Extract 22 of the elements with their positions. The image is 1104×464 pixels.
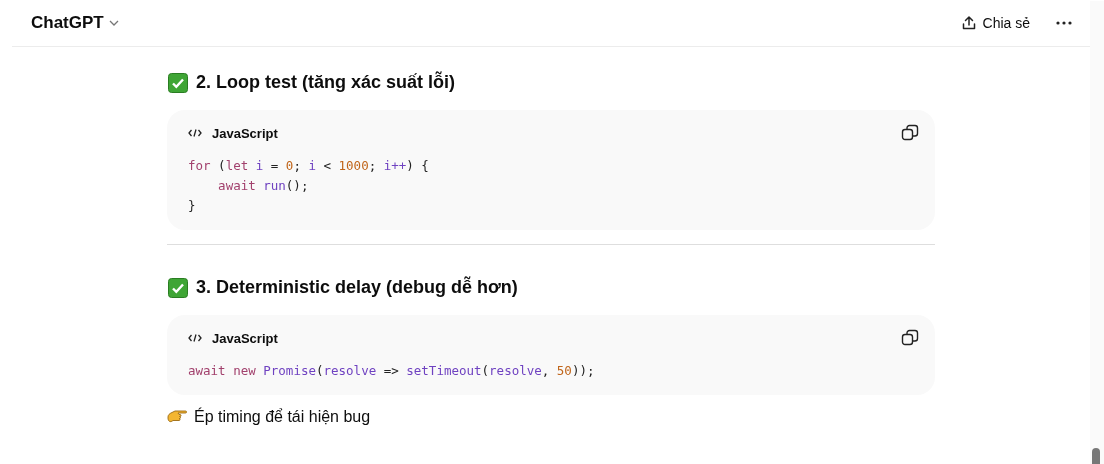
code-line: await run(); (217, 177, 310, 195)
section-heading: 2. Loop test (tăng xác suất lỗi) (196, 72, 456, 93)
model-title[interactable]: ChatGPT (31, 13, 104, 33)
check-icon (168, 72, 188, 93)
pointing-hand-icon (167, 410, 187, 424)
code-language: JavaScript (212, 125, 278, 141)
code-icon (188, 128, 202, 138)
section-heading: 3. Deterministic delay (debug dễ hơn) (196, 277, 518, 298)
share-icon (960, 15, 977, 31)
scrollbar-thumb[interactable] (1092, 448, 1100, 464)
code-icon (188, 333, 202, 343)
code-language: JavaScript (212, 330, 278, 346)
code-line: } (188, 197, 197, 215)
share-button[interactable]: Chia sẻ (956, 11, 1034, 35)
check-icon (168, 277, 188, 298)
code-line: await new Promise(resolve => setTimeout(resolve, 50)); (188, 362, 596, 380)
copy-icon[interactable] (901, 124, 919, 142)
note-text: Ép timing để tái hiện bug (194, 408, 371, 426)
code-line: for (let i = 0; i < 1000; i++) { (188, 157, 430, 175)
more-options-icon[interactable] (1056, 21, 1072, 25)
chevron-down-icon[interactable] (108, 19, 119, 27)
copy-icon[interactable] (901, 329, 919, 347)
